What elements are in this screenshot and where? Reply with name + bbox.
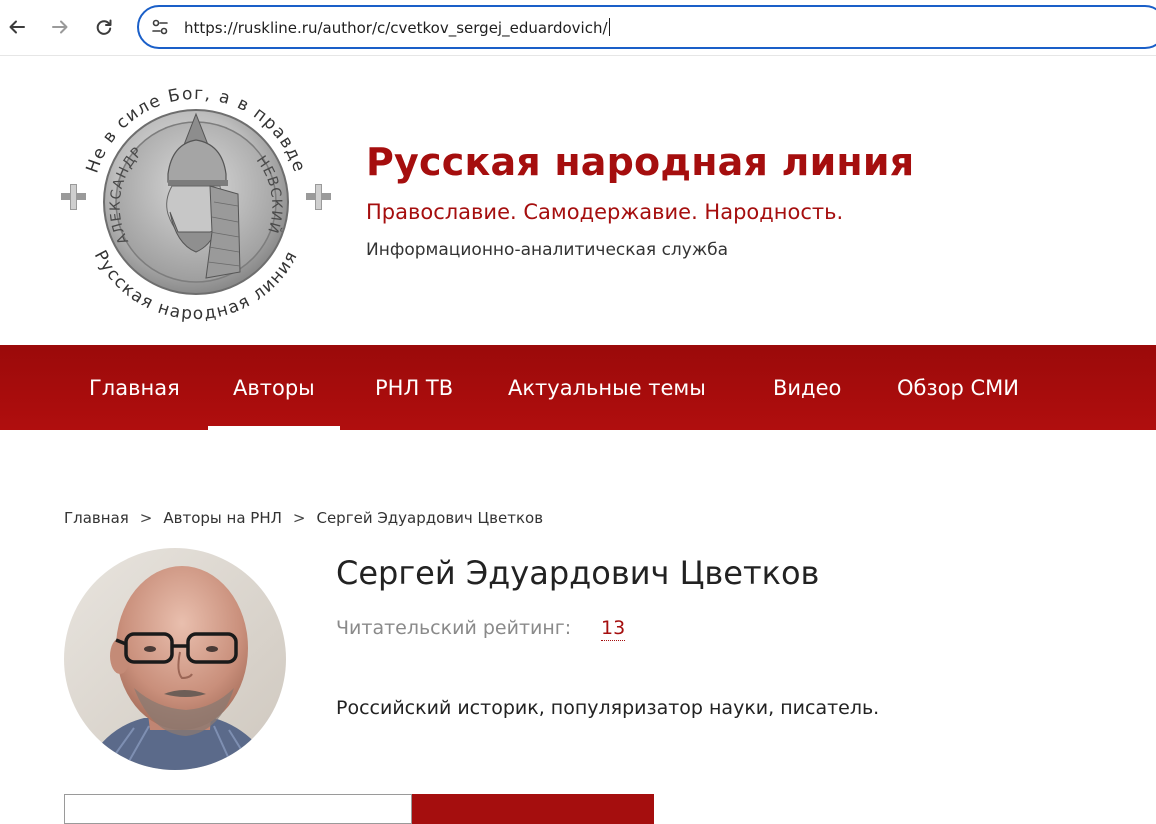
breadcrumb-authors[interactable]: Авторы на РНЛ	[163, 509, 282, 527]
breadcrumb: Главная > Авторы на РНЛ > Сергей Эдуардович …	[64, 509, 543, 527]
forward-arrow-icon	[52, 20, 68, 34]
site-title[interactable]: Русская народная линия	[366, 140, 914, 184]
author-search-input[interactable]	[64, 794, 412, 824]
author-portrait-icon	[64, 548, 286, 770]
text-caret	[608, 18, 610, 36]
rating-value[interactable]: 13	[601, 617, 626, 641]
reload-icon	[96, 19, 112, 35]
site-info-button[interactable]	[149, 16, 171, 38]
nav-item-video[interactable]: Видео	[773, 345, 841, 430]
nav-item-authors[interactable]: Авторы	[208, 345, 340, 430]
site-motto: Православие. Самодержавие. Народность.	[366, 200, 844, 224]
nav-item-media-review[interactable]: Обзор СМИ	[897, 345, 1019, 430]
nav-item-home[interactable]: Главная	[89, 345, 180, 430]
back-button[interactable]	[2, 12, 32, 42]
author-name: Сергей Эдуардович Цветков	[336, 554, 820, 592]
site-subtitle: Информационно-аналитическая служба	[366, 240, 729, 260]
url-field[interactable]: https://ruskline.ru/author/c/cvetkov_ser…	[184, 18, 610, 37]
nav-item-rnl-tv[interactable]: РНЛ ТВ	[375, 345, 453, 430]
forward-button[interactable]	[45, 12, 75, 42]
breadcrumb-home[interactable]: Главная	[64, 509, 129, 527]
back-arrow-icon	[9, 20, 25, 34]
author-avatar	[64, 548, 286, 770]
rating-label: Читательский рейтинг:	[336, 617, 572, 639]
browser-toolbar: https://ruskline.ru/author/c/cvetkov_ser…	[0, 0, 1156, 56]
address-bar[interactable]: https://ruskline.ru/author/c/cvetkov_ser…	[137, 5, 1156, 49]
breadcrumb-current: Сергей Эдуардович Цветков	[316, 509, 544, 527]
url-text: https://ruskline.ru/author/c/cvetkov_ser…	[184, 19, 608, 37]
site-logo[interactable]: Не в силе Бог, а в правде Русская народн…	[60, 82, 332, 328]
breadcrumb-separator: >	[139, 509, 153, 527]
nav-item-current-topics[interactable]: Актуальные темы	[508, 345, 706, 430]
author-search-button[interactable]	[412, 794, 654, 824]
coin-emblem-icon: Не в силе Бог, а в правде Русская народн…	[61, 84, 331, 324]
tune-icon	[152, 19, 168, 35]
breadcrumb-separator: >	[292, 509, 306, 527]
reload-button[interactable]	[89, 12, 119, 42]
author-description: Российский историк, популяризатор науки,…	[336, 697, 880, 719]
right-cross-icon	[306, 184, 331, 210]
main-nav: Главная Авторы РНЛ ТВ Актуальные темы Ви…	[0, 345, 1156, 430]
left-cross-icon	[61, 184, 86, 210]
